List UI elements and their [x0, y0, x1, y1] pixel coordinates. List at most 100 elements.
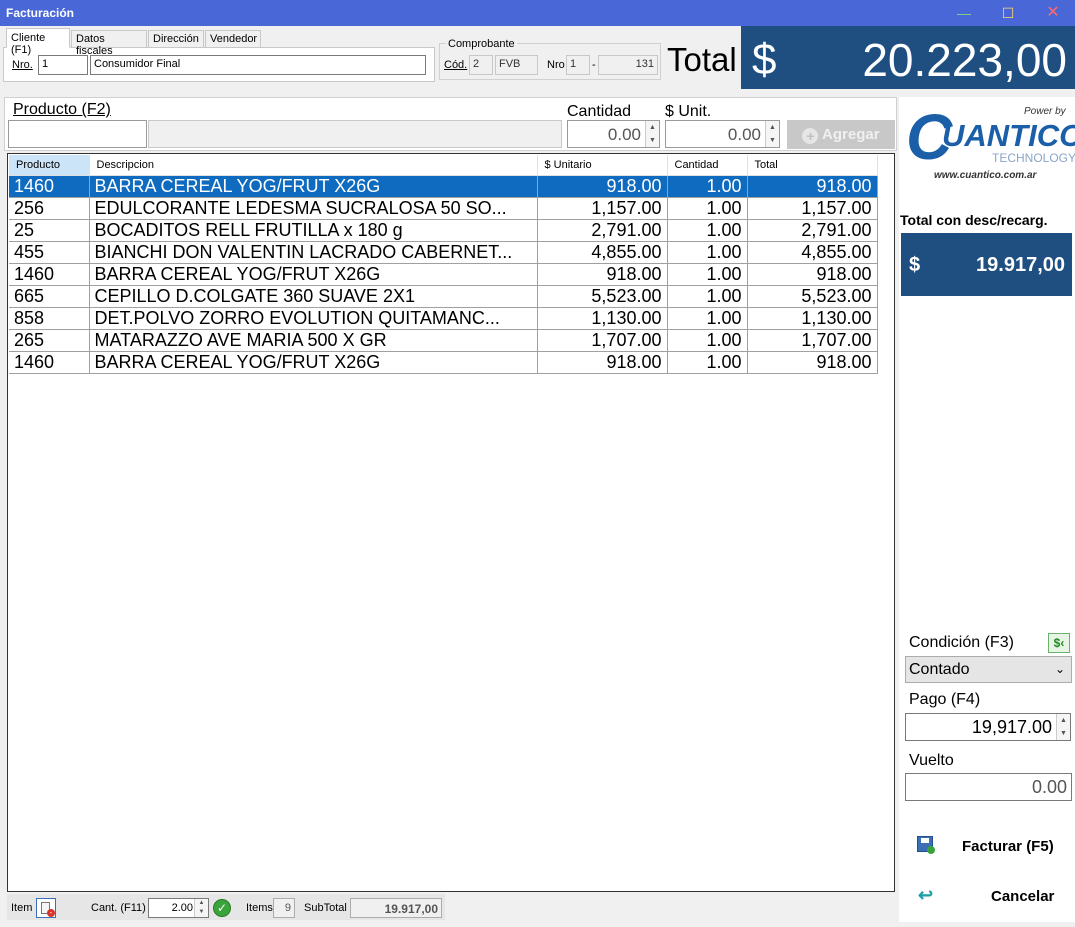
- cell-unitario: 1,130.00: [537, 307, 668, 330]
- cliente-nro-field[interactable]: 1: [38, 55, 88, 75]
- cantidad-spin-arrows-icon[interactable]: ▲ ▼: [645, 121, 659, 147]
- payment-conditions-icon[interactable]: $‹: [1048, 633, 1070, 653]
- cell-unitario: 4,855.00: [537, 241, 668, 264]
- cell-cantidad: 1.00: [667, 175, 748, 198]
- cell-cantidad: 1.00: [667, 351, 748, 374]
- punto-venta-field: 1: [566, 55, 590, 75]
- cell-producto: 665: [9, 285, 90, 308]
- cell-unitario: 1,707.00: [537, 329, 668, 352]
- items-grid[interactable]: Producto Descripcion $ Unitario Cantidad…: [7, 153, 895, 892]
- table-row[interactable]: 265 MATARAZZO AVE MARIA 500 X GR 1,707.00 1…: [9, 329, 878, 352]
- unit-price-spin-arrows-icon[interactable]: ▲ ▼: [765, 121, 779, 147]
- cell-total: 918.00: [747, 351, 878, 374]
- facturar-label: Facturar (F5): [962, 838, 1054, 855]
- table-row[interactable]: 256 EDULCORANTE LEDESMA SUCRALOSA 50 SO..…: [9, 197, 878, 220]
- condicion-select[interactable]: Contado ⌄: [905, 656, 1072, 683]
- total-currency: $: [752, 35, 777, 84]
- cod-label[interactable]: Cód.: [444, 59, 467, 71]
- title-bar: Facturación — ☐ ✕: [0, 0, 1075, 26]
- unit-price-label: $ Unit.: [665, 103, 712, 120]
- column-header-cantidad[interactable]: Cantidad: [667, 155, 748, 176]
- cant-f11-label: Cant. (F11): [91, 902, 146, 914]
- cell-descripcion: EDULCORANTE LEDESMA SUCRALOSA 50 SO...: [89, 197, 538, 220]
- subtotal-field: 19.917,00: [350, 898, 442, 918]
- comprobante-numero-field: 131: [598, 55, 658, 75]
- table-row[interactable]: 455 BIANCHI DON VALENTIN LACRADO CABERNET…: [9, 241, 878, 264]
- comprobante-nro-label: Nro: [547, 59, 565, 71]
- total-label: Total: [667, 41, 737, 78]
- subtotal-label: SubTotal: [304, 902, 347, 914]
- cantidad-value: 0.00: [607, 125, 641, 144]
- cant-f11-stepper[interactable]: 2.00 ▲ ▼: [148, 898, 209, 918]
- pago-stepper[interactable]: 19,917.00 ▲ ▼: [905, 713, 1071, 741]
- logo-url: www.cuantico.com.ar: [934, 170, 1037, 181]
- cell-producto: 265: [9, 329, 90, 352]
- cell-descripcion: BIANCHI DON VALENTIN LACRADO CABERNET...: [89, 241, 538, 264]
- cell-total: 918.00: [747, 263, 878, 286]
- total-desc-box: $ 19.917,00: [901, 233, 1072, 296]
- cell-total: 1,707.00: [747, 329, 878, 352]
- grid-body: 1460 BARRA CEREAL YOG/FRUT X26G 918.00 1.00…: [9, 175, 878, 374]
- cell-descripcion: BARRA CEREAL YOG/FRUT X26G: [89, 351, 538, 374]
- column-header-producto[interactable]: Producto: [9, 155, 90, 176]
- table-row[interactable]: 858 DET.POLVO ZORRO EVOLUTION QUITAMANC..…: [9, 307, 878, 330]
- cell-producto: 1460: [9, 263, 90, 286]
- close-button[interactable]: ✕: [1030, 0, 1075, 26]
- cell-cantidad: 1.00: [667, 219, 748, 242]
- item-label: Item: [11, 902, 33, 914]
- maximize-button[interactable]: ☐: [985, 0, 1031, 26]
- cell-descripcion: BARRA CEREAL YOG/FRUT X26G: [89, 175, 538, 198]
- total-desc-amount: 19.917,00: [976, 254, 1065, 276]
- cell-descripcion: MATARAZZO AVE MARIA 500 X GR: [89, 329, 538, 352]
- cell-total: 918.00: [747, 175, 878, 198]
- cod-field[interactable]: 2: [469, 55, 493, 75]
- tab-direccion[interactable]: Dirección: [148, 30, 204, 48]
- cliente-nro-label[interactable]: Nro.: [12, 59, 33, 71]
- cell-unitario: 918.00: [537, 263, 668, 286]
- cuantico-logo: C UANTICO TECHNOLOGY www.cuantico.com.ar: [904, 101, 1075, 187]
- cell-unitario: 1,157.00: [537, 197, 668, 220]
- unit-price-stepper[interactable]: 0.00 ▲ ▼: [665, 120, 780, 148]
- cancelar-button[interactable]: ↩ Cancelar: [905, 882, 1071, 912]
- pago-value: 19,917.00: [971, 717, 1052, 737]
- agregar-button[interactable]: + Agregar: [787, 120, 895, 149]
- table-row[interactable]: 1460 BARRA CEREAL YOG/FRUT X26G 918.00 1.00…: [9, 351, 878, 374]
- tipo-comprobante-field: FVB: [495, 55, 538, 75]
- vuelto-field: 0.00: [905, 773, 1072, 801]
- cell-producto: 1460: [9, 175, 90, 198]
- cantidad-stepper[interactable]: 0.00 ▲ ▼: [567, 120, 660, 148]
- tab-cliente[interactable]: Cliente (F1): [6, 28, 70, 56]
- cell-unitario: 918.00: [537, 351, 668, 374]
- vuelto-label: Vuelto: [909, 752, 954, 769]
- delete-item-icon[interactable]: -: [36, 898, 56, 918]
- items-count-field: 9: [273, 898, 295, 918]
- cell-descripcion: CEPILLO D.COLGATE 360 SUAVE 2X1: [89, 285, 538, 308]
- tab-datos-fiscales[interactable]: Datos fiscales: [71, 30, 147, 57]
- pago-spin-arrows-icon[interactable]: ▲ ▼: [1056, 714, 1070, 740]
- pago-label: Pago (F4): [909, 691, 981, 708]
- column-header-descripcion[interactable]: Descripcion: [89, 155, 538, 176]
- table-row[interactable]: 665 CEPILLO D.COLGATE 360 SUAVE 2X1 5,523.…: [9, 285, 878, 308]
- column-header-unitario[interactable]: $ Unitario: [537, 155, 668, 176]
- confirm-check-icon[interactable]: ✓: [213, 899, 231, 917]
- cell-unitario: 5,523.00: [537, 285, 668, 308]
- undo-arrow-icon: ↩: [918, 885, 934, 905]
- producto-code-input[interactable]: [8, 120, 147, 148]
- cant-f11-spin-arrows-icon[interactable]: ▲ ▼: [194, 899, 208, 917]
- minimize-button[interactable]: —: [941, 0, 987, 26]
- facturar-button[interactable]: Facturar (F5): [905, 832, 1071, 862]
- cell-descripcion: BARRA CEREAL YOG/FRUT X26G: [89, 263, 538, 286]
- table-row[interactable]: 25 BOCADITOS RELL FRUTILLA x 180 g 2,791.0…: [9, 219, 878, 242]
- save-disk-icon: [917, 836, 935, 854]
- cell-total: 5,523.00: [747, 285, 878, 308]
- tab-vendedor[interactable]: Vendedor: [205, 30, 261, 48]
- cell-unitario: 2,791.00: [537, 219, 668, 242]
- cell-producto: 455: [9, 241, 90, 264]
- cell-unitario: 918.00: [537, 175, 668, 198]
- table-row[interactable]: 1460 BARRA CEREAL YOG/FRUT X26G 918.00 1.00…: [9, 175, 878, 198]
- table-row[interactable]: 1460 BARRA CEREAL YOG/FRUT X26G 918.00 1.00…: [9, 263, 878, 286]
- cell-total: 2,791.00: [747, 219, 878, 242]
- column-header-total[interactable]: Total: [747, 155, 878, 176]
- cell-total: 1,157.00: [747, 197, 878, 220]
- cliente-nombre-field[interactable]: Consumidor Final: [90, 55, 426, 75]
